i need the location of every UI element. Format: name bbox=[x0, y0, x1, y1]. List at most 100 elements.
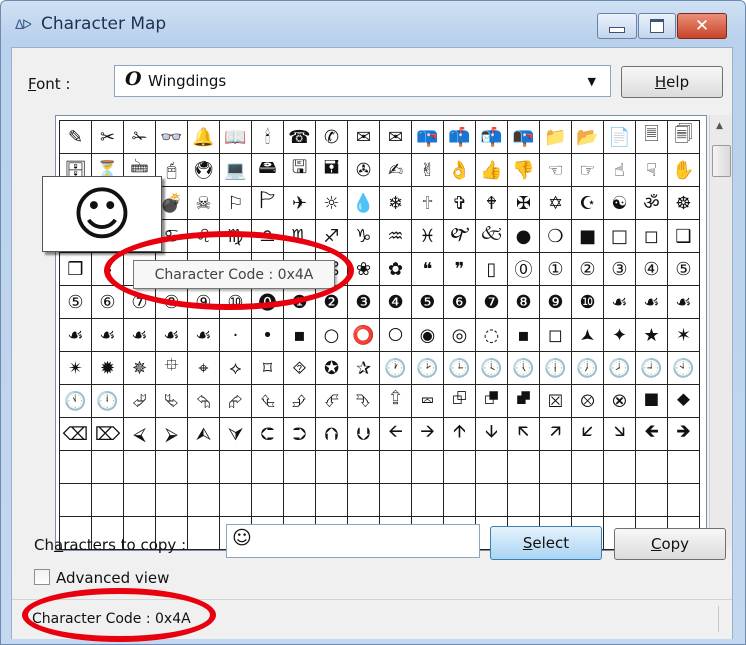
glyph-cell[interactable]: 📁 bbox=[540, 121, 572, 154]
glyph-cell[interactable]: ✿ bbox=[380, 253, 412, 286]
glyph-cell[interactable]: 🡯 bbox=[572, 418, 604, 451]
glyph-cell[interactable]: ◻ bbox=[540, 319, 572, 352]
glyph-cell[interactable]: 💻 bbox=[220, 154, 252, 187]
glyph-cell[interactable]: ④ bbox=[636, 253, 668, 286]
font-dropdown[interactable]: O Wingdings ▼ bbox=[114, 65, 611, 97]
glyph-cell[interactable]: ⮋ bbox=[348, 418, 380, 451]
glyph-cell[interactable]: ✍ bbox=[380, 154, 412, 187]
glyph-cell[interactable]: 📖 bbox=[220, 121, 252, 154]
glyph-cell[interactable]: ▯ bbox=[476, 253, 508, 286]
glyph-cell[interactable]: ⌦ bbox=[92, 418, 124, 451]
glyph-cell[interactable]: 🖫 bbox=[284, 154, 316, 187]
glyph-cell[interactable]: 🕯 bbox=[252, 121, 284, 154]
glyph-cell[interactable] bbox=[444, 484, 476, 517]
glyph-cell[interactable] bbox=[316, 451, 348, 484]
glyph-cell[interactable]: ❼ bbox=[476, 286, 508, 319]
glyph-cell[interactable] bbox=[156, 451, 188, 484]
glyph-cell[interactable]: 🕖 bbox=[572, 352, 604, 385]
advanced-view-checkbox[interactable] bbox=[34, 569, 50, 585]
glyph-cell[interactable]: ⮻ bbox=[476, 385, 508, 418]
glyph-cell[interactable]: ✵ bbox=[124, 352, 156, 385]
glyph-cell[interactable]: ② bbox=[572, 253, 604, 286]
glyph-cell[interactable] bbox=[60, 451, 92, 484]
grid-scrollbar[interactable]: ▲ ▼ bbox=[709, 115, 732, 549]
glyph-cell[interactable]: 🕆 bbox=[412, 187, 444, 220]
glyph-cell[interactable]: ☟ bbox=[636, 154, 668, 187]
maximize-button[interactable] bbox=[638, 13, 676, 39]
glyph-cell[interactable]: 🡭 bbox=[540, 418, 572, 451]
glyph-cell[interactable]: ① bbox=[540, 253, 572, 286]
glyph-cell[interactable]: ⮘ bbox=[124, 418, 156, 451]
glyph-cell[interactable] bbox=[252, 451, 284, 484]
glyph-cell[interactable] bbox=[220, 484, 252, 517]
glyph-cell[interactable] bbox=[636, 451, 668, 484]
glyph-cell[interactable]: ❺ bbox=[412, 286, 444, 319]
glyph-cell[interactable]: ◻ bbox=[636, 220, 668, 253]
glyph-cell[interactable]: 📂 bbox=[572, 121, 604, 154]
glyph-cell[interactable]: ⮲ bbox=[188, 385, 220, 418]
glyph-cell[interactable]: 🞅 bbox=[380, 319, 412, 352]
glyph-cell[interactable]: • bbox=[252, 319, 284, 352]
glyph-cell[interactable]: ⮳ bbox=[220, 385, 252, 418]
scroll-up-icon[interactable]: ▲ bbox=[716, 121, 723, 131]
glyph-cell[interactable] bbox=[380, 484, 412, 517]
glyph-cell[interactable] bbox=[668, 451, 700, 484]
glyph-cell[interactable] bbox=[572, 451, 604, 484]
glyph-cell[interactable] bbox=[412, 484, 444, 517]
glyph-cell[interactable]: 🗐 bbox=[668, 121, 700, 154]
glyph-cell[interactable]: 🡩 bbox=[444, 418, 476, 451]
glyph-cell[interactable]: ☯ bbox=[604, 187, 636, 220]
glyph-cell[interactable]: 👌 bbox=[444, 154, 476, 187]
glyph-cell[interactable]: ♑ bbox=[348, 220, 380, 253]
glyph-cell[interactable]: ☙ bbox=[92, 319, 124, 352]
glyph-cell[interactable]: ☙ bbox=[156, 319, 188, 352]
glyph-cell[interactable]: ❍ bbox=[540, 220, 572, 253]
glyph-cell[interactable] bbox=[316, 484, 348, 517]
glyph-cell[interactable]: 🟂 bbox=[572, 319, 604, 352]
glyph-cell[interactable]: 🖬 bbox=[316, 154, 348, 187]
title-bar[interactable]: ᐃᐅ Character Map ✕ bbox=[1, 1, 745, 47]
glyph-cell[interactable]: 🡸 bbox=[636, 418, 668, 451]
glyph-cell[interactable]: ☎ bbox=[284, 121, 316, 154]
glyph-cell[interactable]: ✦ bbox=[604, 319, 636, 352]
glyph-cell[interactable]: ✋ bbox=[668, 154, 700, 187]
glyph-cell[interactable] bbox=[284, 451, 316, 484]
glyph-cell[interactable]: ✹ bbox=[92, 352, 124, 385]
glyph-cell[interactable]: ⚐ bbox=[220, 187, 252, 220]
glyph-cell[interactable]: 🡬 bbox=[508, 418, 540, 451]
glyph-cell[interactable]: ❞ bbox=[444, 253, 476, 286]
glyph-cell[interactable]: ⌫ bbox=[60, 418, 92, 451]
glyph-cell[interactable]: ✂ bbox=[92, 121, 124, 154]
glyph-cell[interactable]: ● bbox=[508, 220, 540, 253]
glyph-cell[interactable]: ⮽ bbox=[540, 385, 572, 418]
glyph-cell[interactable]: 📬 bbox=[476, 121, 508, 154]
glyph-cell[interactable]: 🕑 bbox=[412, 352, 444, 385]
glyph-cell[interactable]: 🕓 bbox=[476, 352, 508, 385]
glyph-cell[interactable] bbox=[220, 451, 252, 484]
glyph-cell[interactable]: ✞ bbox=[444, 187, 476, 220]
glyph-cell[interactable]: ⓪ bbox=[508, 253, 540, 286]
glyph-cell[interactable]: ⑤ bbox=[60, 286, 92, 319]
glyph-cell[interactable]: ✇ bbox=[348, 154, 380, 187]
glyph-cell[interactable]: 🕛 bbox=[92, 385, 124, 418]
glyph-cell[interactable] bbox=[444, 451, 476, 484]
glyph-cell[interactable]: ✰ bbox=[348, 352, 380, 385]
glyph-cell[interactable]: ▪ bbox=[508, 319, 540, 352]
glyph-cell[interactable]: ⮰ bbox=[124, 385, 156, 418]
characters-to-copy-input[interactable]: ☺ bbox=[226, 524, 480, 558]
glyph-cell[interactable] bbox=[284, 484, 316, 517]
glyph-cell[interactable]: ✉ bbox=[348, 121, 380, 154]
glyph-cell[interactable]: ☙ bbox=[604, 286, 636, 319]
glyph-cell[interactable]: 🕚 bbox=[60, 385, 92, 418]
glyph-cell[interactable] bbox=[252, 484, 284, 517]
glyph-cell[interactable] bbox=[668, 484, 700, 517]
glyph-cell[interactable] bbox=[572, 484, 604, 517]
glyph-cell[interactable]: ⯁ bbox=[668, 385, 700, 418]
glyph-cell[interactable]: 🡨 bbox=[380, 418, 412, 451]
glyph-cell[interactable]: ✆ bbox=[316, 121, 348, 154]
glyph-cell[interactable]: ♒ bbox=[380, 220, 412, 253]
glyph-cell[interactable] bbox=[188, 451, 220, 484]
glyph-cell[interactable] bbox=[412, 451, 444, 484]
glyph-cell[interactable] bbox=[92, 451, 124, 484]
scroll-thumb[interactable] bbox=[712, 145, 731, 177]
